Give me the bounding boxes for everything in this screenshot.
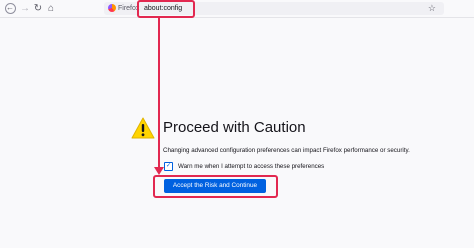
bookmark-star-icon[interactable]: ☆ <box>428 3 436 14</box>
back-button[interactable]: ← <box>3 1 17 15</box>
home-icon: ⌂ <box>47 2 55 14</box>
forward-arrow-icon: → <box>20 2 30 14</box>
warn-checkbox-row[interactable]: ✓ Warn me when I attempt to access these… <box>164 161 324 171</box>
navigation-toolbar: ← → ↻ ⌂ Firefox about:config ☆ <box>0 0 474 18</box>
accept-risk-button[interactable]: Accept the Risk and Continue <box>164 179 266 193</box>
back-arrow-icon: ← <box>4 2 16 14</box>
page-title: Proceed with Caution <box>163 119 306 136</box>
url-annotation-box <box>137 0 195 18</box>
warn-checkbox-label[interactable]: Warn me when I attempt to access these p… <box>178 163 324 170</box>
forward-button[interactable]: → <box>18 1 32 15</box>
warning-description: Changing advanced configuration preferen… <box>163 147 410 154</box>
home-button[interactable]: ⌂ <box>44 1 58 15</box>
annotation-arrow <box>158 18 160 173</box>
firefox-logo-icon[interactable] <box>108 4 116 12</box>
annotation-arrow-head <box>154 167 164 175</box>
warn-checkbox[interactable]: ✓ <box>164 161 173 171</box>
reload-icon: ↻ <box>33 2 43 14</box>
reload-button[interactable]: ↻ <box>31 1 45 15</box>
checkmark-icon: ✓ <box>165 163 172 169</box>
warning-icon <box>131 117 155 139</box>
